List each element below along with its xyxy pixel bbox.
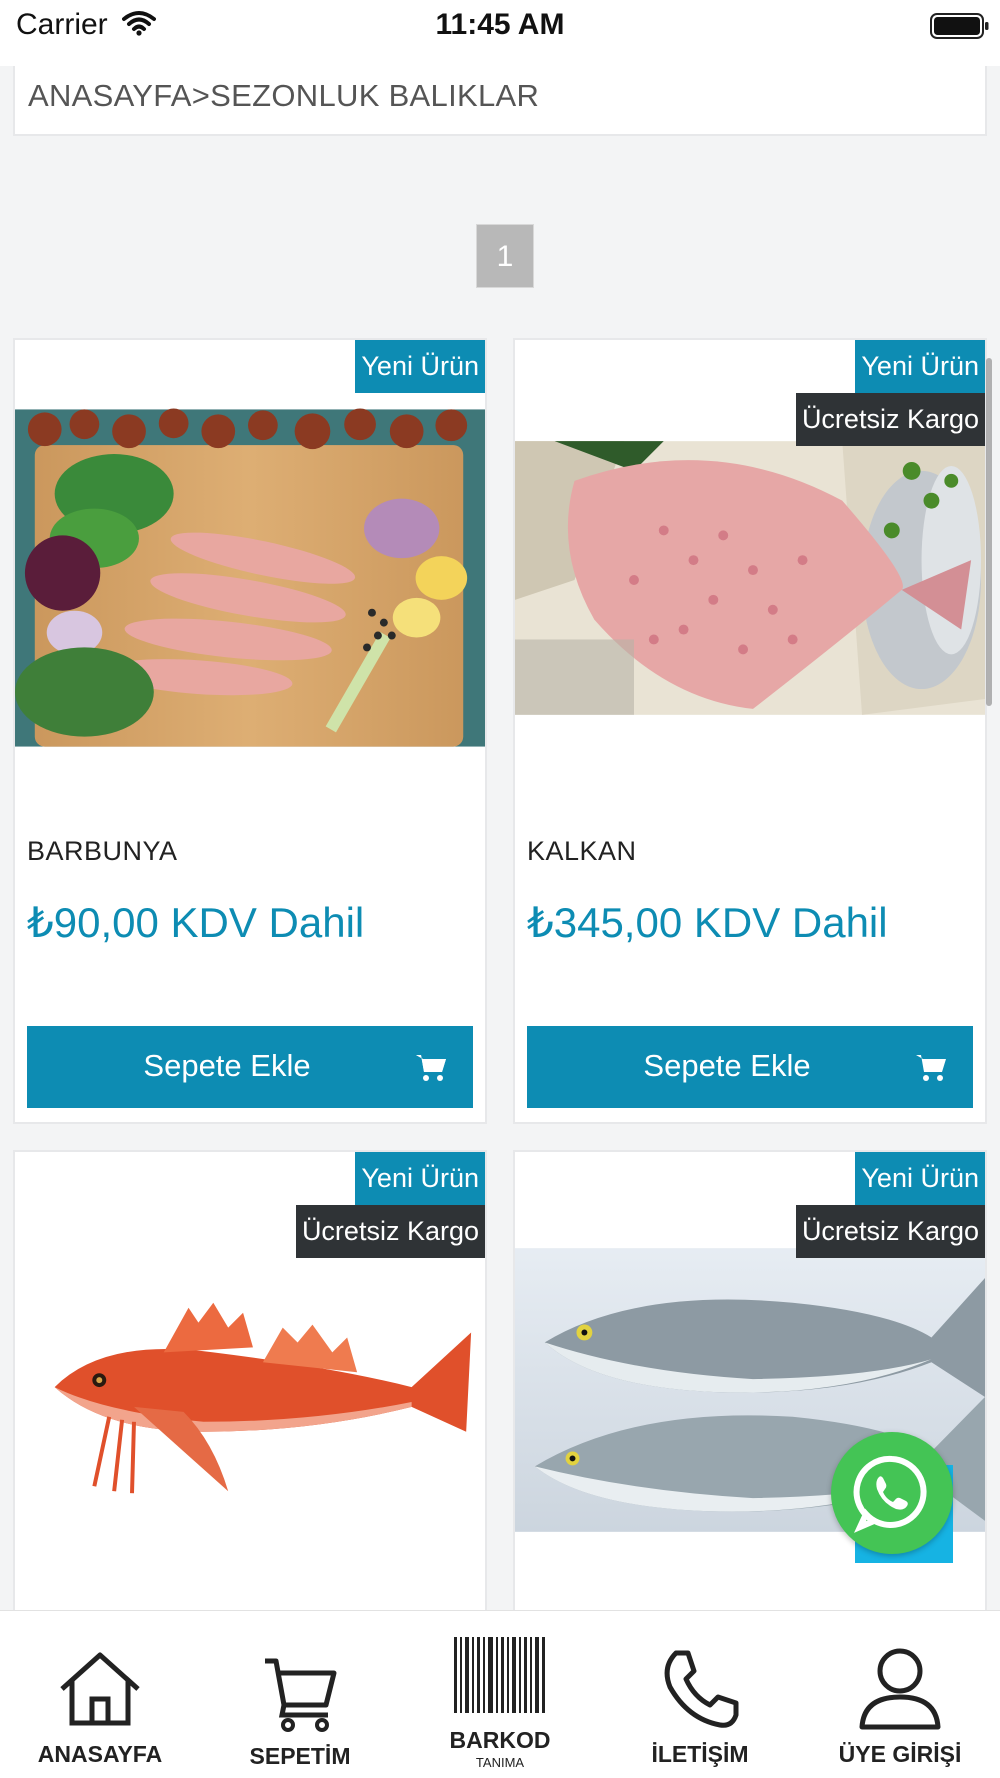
free-shipping-badge: Ücretsiz Kargo <box>795 1205 985 1258</box>
tab-label: ANASAYFA <box>37 1741 163 1767</box>
tab-contact[interactable]: İLETİŞİM <box>600 1611 800 1778</box>
cart-icon <box>915 1052 947 1087</box>
tab-label: SEPETİM <box>249 1743 351 1769</box>
whatsapp-icon <box>853 1455 927 1533</box>
tab-home[interactable]: ANASAYFA <box>0 1611 200 1778</box>
tab-label: BARKOD <box>449 1727 551 1753</box>
status-bar: Carrier 11:45 AM <box>0 0 1000 66</box>
new-product-badge: Yeni Ürün <box>855 1152 985 1205</box>
product-name[interactable]: KALKAN <box>527 836 637 867</box>
bottom-tab-bar: ANASAYFA SEPETİM BARKOD TANIMA İLETİŞİM … <box>0 1610 1000 1778</box>
add-to-cart-label: Sepete Ekle <box>143 1048 311 1083</box>
product-card[interactable]: Yeni Ürün Ücretsiz Kargo <box>13 1150 487 1620</box>
add-to-cart-button[interactable]: Sepete Ekle <box>27 1026 473 1108</box>
battery-icon <box>930 12 990 45</box>
tab-barcode[interactable]: BARKOD TANIMA <box>400 1611 600 1778</box>
product-price: ₺345,00 KDV Dahil <box>527 899 888 946</box>
tab-label: ÜYE GİRİŞİ <box>838 1741 962 1767</box>
page-number-button[interactable]: 1 <box>476 224 534 288</box>
add-to-cart-label: Sepete Ekle <box>643 1048 811 1083</box>
phone-icon <box>664 1650 739 1728</box>
tab-basket[interactable]: SEPETİM <box>200 1611 400 1778</box>
tab-login[interactable]: ÜYE GİRİŞİ <box>800 1611 1000 1778</box>
free-shipping-badge: Ücretsiz Kargo <box>295 1205 485 1258</box>
tab-sublabel: TANIMA <box>475 1755 525 1770</box>
new-product-badge: Yeni Ürün <box>355 340 485 393</box>
product-card[interactable]: Yeni Ürün Ücretsiz Kargo KALKAN ₺345,00 … <box>513 338 987 1124</box>
breadcrumb-text[interactable]: ANASAYFA>SEZONLUK BALIKLAR <box>28 78 539 114</box>
home-icon <box>60 1652 140 1726</box>
new-product-badge: Yeni Ürün <box>355 1152 485 1205</box>
scroll-indicator[interactable] <box>986 358 992 706</box>
breadcrumb: ANASAYFA>SEZONLUK BALIKLAR <box>13 66 987 136</box>
product-card[interactable]: Yeni Ürün BARBUNYA ₺90,00 KDV Dahil Sepe… <box>13 338 487 1124</box>
add-to-cart-button[interactable]: Sepete Ekle <box>527 1026 973 1108</box>
product-price: ₺90,00 KDV Dahil <box>27 899 365 946</box>
product-name[interactable]: BARBUNYA <box>27 836 178 867</box>
barcode-icon <box>454 1637 545 1713</box>
product-image[interactable] <box>15 408 485 748</box>
product-image[interactable] <box>515 440 985 716</box>
tab-label: İLETİŞİM <box>651 1741 749 1767</box>
clock: 11:45 AM <box>435 8 565 41</box>
user-icon <box>859 1648 941 1730</box>
basket-icon <box>265 1658 337 1732</box>
new-product-badge: Yeni Ürün <box>855 340 985 393</box>
cart-icon <box>415 1052 447 1087</box>
free-shipping-badge: Ücretsiz Kargo <box>795 393 985 446</box>
product-image[interactable] <box>15 1282 485 1512</box>
whatsapp-button[interactable] <box>831 1432 953 1554</box>
